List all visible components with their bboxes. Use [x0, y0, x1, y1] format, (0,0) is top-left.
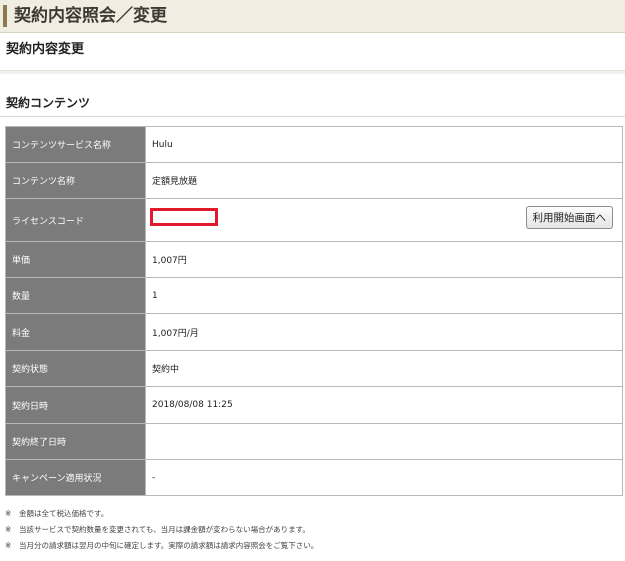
row-label: 契約日時 [5, 386, 146, 424]
note-text: 当該サービスで契約数量を変更されても、当月は課金額が変わらない場合があります。 [19, 525, 310, 534]
row-label: 契約状態 [5, 350, 146, 387]
row-value: 1,007円 [145, 241, 623, 278]
table-row: コンテンツサービス名称 Hulu [5, 126, 623, 163]
note-text: 当月分の請求額は翌月の中旬に確定します。実際の請求額は請求内容照会をご覧下さい。 [19, 541, 319, 550]
table-row: 契約終了日時 [5, 423, 623, 460]
divider [0, 70, 625, 74]
row-value: - [145, 459, 623, 496]
row-value [145, 423, 623, 460]
row-label: コンテンツサービス名称 [5, 126, 146, 163]
row-label: 単価 [5, 241, 146, 278]
table-row: コンテンツ名称 定額見放題 [5, 162, 623, 199]
page-subtitle: 契約内容変更 [6, 42, 85, 57]
table-row: 数量 1 [5, 277, 623, 314]
note-item: ※ 当該サービスで契約数量を変更されても、当月は課金額が変わらない場合があります。 [5, 522, 620, 538]
row-value: 契約中 [145, 350, 623, 387]
row-label: ライセンスコード [5, 198, 146, 242]
row-label: コンテンツ名称 [5, 162, 146, 199]
section-divider [0, 116, 625, 117]
page-title: 契約内容照会／変更 [14, 6, 167, 26]
start-usage-button[interactable]: 利用開始画面へ [525, 206, 613, 229]
license-code-redaction [150, 208, 218, 226]
table-row: 料金 1,007円/月 [5, 313, 623, 351]
table-row: キャンペーン適用状況 - [5, 459, 623, 496]
table-row: ライセンスコード 利用開始画面へ [5, 198, 623, 242]
table-row: 単価 1,007円 [5, 241, 623, 278]
row-label: 料金 [5, 313, 146, 351]
row-value: 2018/08/08 11:25 [145, 386, 623, 424]
row-label: 数量 [5, 277, 146, 314]
table-row: 契約日時 2018/08/08 11:25 [5, 386, 623, 424]
row-value: 1,007円/月 [145, 313, 623, 351]
note-mark: ※ [5, 541, 12, 550]
row-value: Hulu [145, 126, 623, 163]
note-text: 金額は全て税込価格です。 [19, 509, 109, 518]
table-row: 契約状態 契約中 [5, 350, 623, 387]
note-mark: ※ [5, 509, 12, 518]
note-item: ※ 当月分の請求額は翌月の中旬に確定します。実際の請求額は請求内容照会をご覧下さい… [5, 538, 620, 554]
row-value: 1 [145, 277, 623, 314]
note-item: ※ 金額は全て税込価格です。 [5, 506, 620, 522]
note-mark: ※ [5, 525, 12, 534]
section-title: 契約コンテンツ [6, 96, 91, 110]
row-label: 契約終了日時 [5, 423, 146, 460]
notes: ※ 金額は全て税込価格です。 ※ 当該サービスで契約数量を変更されても、当月は課金額… [5, 506, 620, 554]
contract-content-table: コンテンツサービス名称 Hulu コンテンツ名称 定額見放題 ライセンスコード … [5, 126, 623, 496]
header-accent-bar [3, 5, 7, 27]
row-value: 定額見放題 [145, 162, 623, 199]
row-label: キャンペーン適用状況 [5, 459, 146, 496]
license-code-cell: 利用開始画面へ [145, 198, 623, 242]
page-header: 契約内容照会／変更 [0, 0, 625, 33]
